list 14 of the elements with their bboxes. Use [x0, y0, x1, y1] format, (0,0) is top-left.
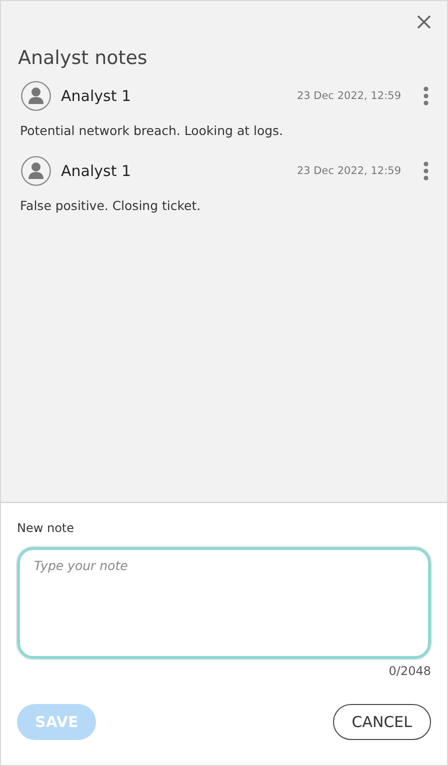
avatar-icon: [21, 81, 51, 111]
note-text: Potential network breach. Looking at logs.: [19, 123, 284, 138]
close-icon[interactable]: [415, 13, 433, 31]
avatar-icon: [21, 156, 51, 186]
author-name: Analyst 1: [61, 162, 132, 180]
panel-title: Analyst notes: [18, 47, 148, 69]
field-label: New note: [17, 521, 76, 535]
cancel-button[interactable]: CANCEL: [332, 704, 431, 740]
note-input-field[interactable]: Type your note: [17, 547, 431, 659]
note-text: False positive. Closing ticket.: [19, 198, 202, 213]
character-counter: 0/2048: [388, 664, 431, 678]
note-timestamp: 23 Dec 2022, 12:59: [296, 165, 401, 177]
author-name: Analyst 1: [61, 87, 132, 105]
note-timestamp: 23 Dec 2022, 12:59: [296, 90, 401, 102]
